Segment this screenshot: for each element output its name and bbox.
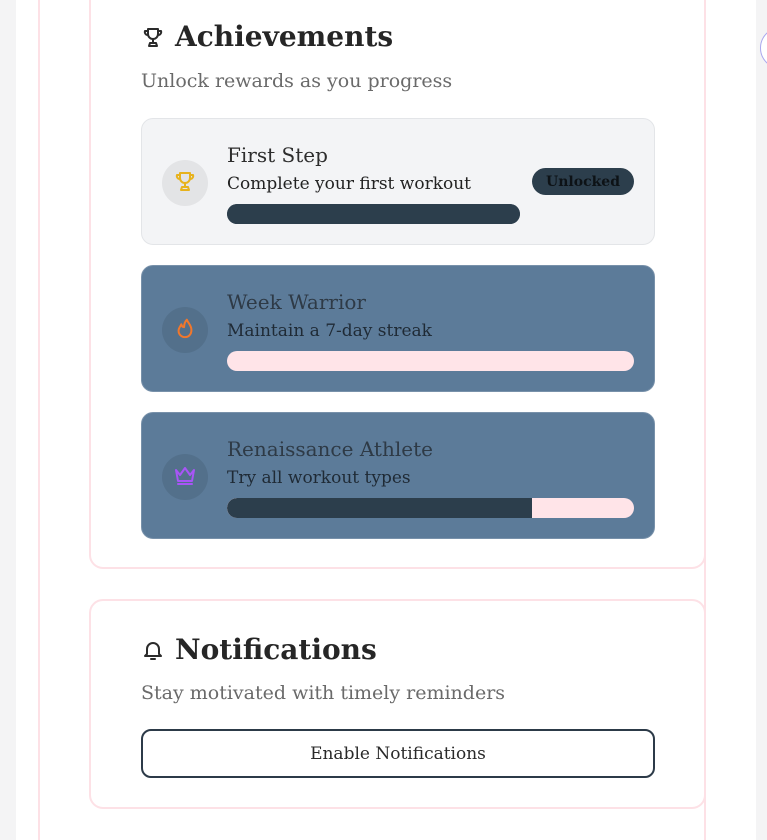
achievement-badge — [162, 454, 208, 500]
achievement-description: Try all workout types — [227, 468, 411, 488]
achievement-renaissance-athlete[interactable]: Renaissance Athlete Try all workout type… — [141, 412, 655, 539]
achievement-first-step[interactable]: First Step Complete your first workout U… — [141, 118, 655, 245]
flame-icon — [174, 317, 196, 343]
achievement-badge — [162, 307, 208, 353]
achievement-progress-bar — [227, 351, 634, 371]
progress-fill — [227, 204, 520, 224]
notifications-title: Notifications — [175, 633, 377, 666]
achievements-card: Achievements Unlock rewards as you progr… — [89, 0, 706, 569]
status-badge: Unlocked — [532, 168, 634, 195]
achievement-badge — [162, 160, 208, 206]
bell-icon — [141, 638, 165, 662]
achievements-heading: Achievements — [141, 20, 393, 53]
trophy-icon — [173, 169, 197, 197]
achievements-subtitle: Unlock rewards as you progress — [141, 70, 453, 92]
achievement-progress-bar — [227, 204, 520, 224]
trophy-icon — [141, 25, 165, 49]
enable-notifications-button[interactable]: Enable Notifications — [141, 729, 655, 778]
achievement-description: Complete your first workout — [227, 174, 472, 194]
achievement-progress-bar — [227, 498, 634, 518]
achievement-title: Renaissance Athlete — [227, 437, 433, 461]
achievement-title: Week Warrior — [227, 290, 366, 314]
achievement-title: First Step — [227, 143, 328, 167]
notifications-subtitle: Stay motivated with timely reminders — [141, 682, 506, 704]
achievement-description: Maintain a 7-day streak — [227, 321, 432, 341]
crown-icon — [173, 464, 197, 490]
achievement-week-warrior[interactable]: Week Warrior Maintain a 7-day streak — [141, 265, 655, 392]
notifications-card: Notifications Stay motivated with timely… — [89, 599, 706, 809]
progress-fill — [227, 498, 533, 518]
avatar[interactable] — [760, 27, 767, 69]
achievements-title: Achievements — [175, 20, 394, 53]
notifications-heading: Notifications — [141, 633, 377, 666]
